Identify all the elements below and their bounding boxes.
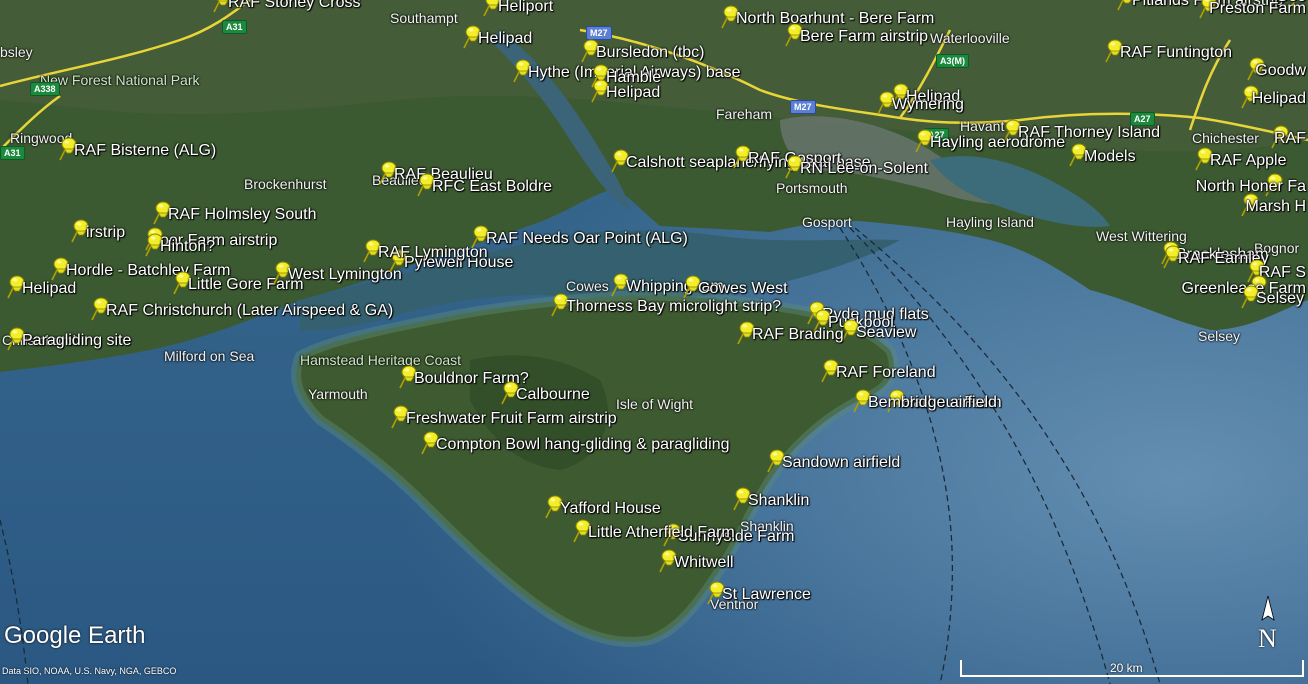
placemark-label[interactable]: Thorness Bay microlight strip?: [566, 298, 781, 316]
data-attribution: Data SIO, NOAA, U.S. Navy, NGA, GEBCO: [2, 666, 177, 676]
placemark-label[interactable]: Compton Bowl hang-gliding & paragliding: [436, 436, 730, 454]
placemark-label[interactable]: RN Lee-on-Solent: [800, 160, 928, 178]
placemark-label[interactable]: Bere Farm airstrip: [800, 28, 928, 46]
placemark-label[interactable]: Goodw: [1255, 62, 1306, 80]
placemark-label[interactable]: RAF Holmsley South: [168, 206, 317, 224]
place-label: Milford on Sea: [164, 348, 255, 364]
placemark-label[interactable]: Helipad: [22, 280, 76, 298]
placemark-label[interactable]: RAF Bisterne (ALG): [74, 142, 216, 160]
place-label: Hayling Island: [946, 214, 1034, 230]
placemark-label[interactable]: Shanklin: [748, 492, 809, 510]
place-label: Brockenhurst: [244, 176, 327, 192]
placemark-label[interactable]: Bembridge airfield: [868, 394, 997, 412]
map-imagery[interactable]: [0, 0, 1308, 684]
road-shield: A31: [222, 20, 247, 34]
placemark-label[interactable]: Bursledon (tbc): [596, 44, 705, 62]
placemark-label[interactable]: Wymering: [892, 96, 964, 114]
placemark-label[interactable]: Hayling aerodrome: [930, 134, 1065, 152]
place-label: Hamstead Heritage Coast: [300, 352, 462, 368]
placemark-label[interactable]: Yafford House: [560, 500, 661, 518]
placemark-label[interactable]: Hamble: [606, 69, 661, 87]
google-earth-logo: Google Earth: [4, 622, 146, 649]
placemark-label[interactable]: Calbourne: [516, 386, 590, 404]
map-view[interactable]: Southampt bsley New Forest National Park Ri…: [0, 0, 1308, 684]
place-label: Selsey: [1198, 328, 1241, 344]
placemark-label[interactable]: RAF Brading: [752, 326, 844, 344]
placemark-label[interactable]: RAF Stoney Cross: [228, 0, 360, 12]
placemark-label[interactable]: RAF Funtington: [1120, 44, 1232, 62]
compass-north-label: N: [1258, 624, 1277, 653]
place-label: Waterlooville: [930, 30, 1010, 46]
place-label: bsley: [0, 44, 33, 60]
placemark-label[interactable]: Helipad: [478, 30, 532, 48]
place-label: Cowes: [566, 278, 609, 294]
road-shield: M27: [790, 100, 816, 114]
placemark-label[interactable]: RAF Christchurch (Later Airspeed & GA): [106, 302, 393, 320]
placemark-label[interactable]: RAF Apple: [1210, 152, 1286, 170]
placemark-label[interactable]: North Boarhunt - Bere Farm: [736, 10, 934, 28]
placemark-label[interactable]: RAF: [1274, 130, 1306, 148]
placemark-label[interactable]: Selsey: [1256, 290, 1304, 308]
placemark-label[interactable]: Goo: [1276, 0, 1306, 6]
placemark-label[interactable]: Models: [1084, 148, 1136, 166]
placemark-label[interactable]: Marsh H: [1246, 198, 1306, 216]
placemark-label[interactable]: RAF Needs Oar Point (ALG): [486, 230, 688, 248]
placemark-label[interactable]: Little Atherfield Farm: [588, 524, 735, 542]
placemark-label[interactable]: Cowes West: [698, 280, 788, 298]
placemark-label[interactable]: Paragliding site: [22, 332, 131, 350]
road-shield: A3(M): [936, 54, 969, 68]
placemark-label[interactable]: Sandown airfield: [782, 454, 900, 472]
place-label: Portsmouth: [776, 180, 848, 196]
place-label: Chichester: [1192, 130, 1259, 146]
placemark-label[interactable]: Hinton?: [160, 238, 215, 256]
place-label: Isle of Wight: [616, 396, 694, 412]
placemark-label[interactable]: Freshwater Fruit Farm airstrip: [406, 410, 617, 428]
place-label: Fareham: [716, 106, 773, 122]
place-label: Yarmouth: [308, 386, 368, 402]
scale-label: 20 km: [1110, 661, 1143, 675]
place-label: Gosport: [802, 214, 852, 230]
placemark-label[interactable]: St Lawrence: [722, 586, 811, 604]
placemark-label[interactable]: Heliport: [498, 0, 553, 16]
placemark-label[interactable]: RAF Foreland: [836, 364, 936, 382]
placemark-label[interactable]: Seaview: [856, 324, 916, 342]
placemark-label[interactable]: Helipad: [1252, 90, 1306, 108]
road-shield: A31: [0, 146, 25, 160]
road-shield: A338: [30, 82, 60, 96]
place-label: New Forest National Park: [40, 72, 200, 88]
place-label: Southampt: [390, 10, 458, 26]
placemark-label[interactable]: irstrip: [86, 224, 125, 242]
placemark-label[interactable]: RFC East Boldre: [432, 178, 552, 196]
placemark-label[interactable]: Whitwell: [674, 554, 734, 572]
